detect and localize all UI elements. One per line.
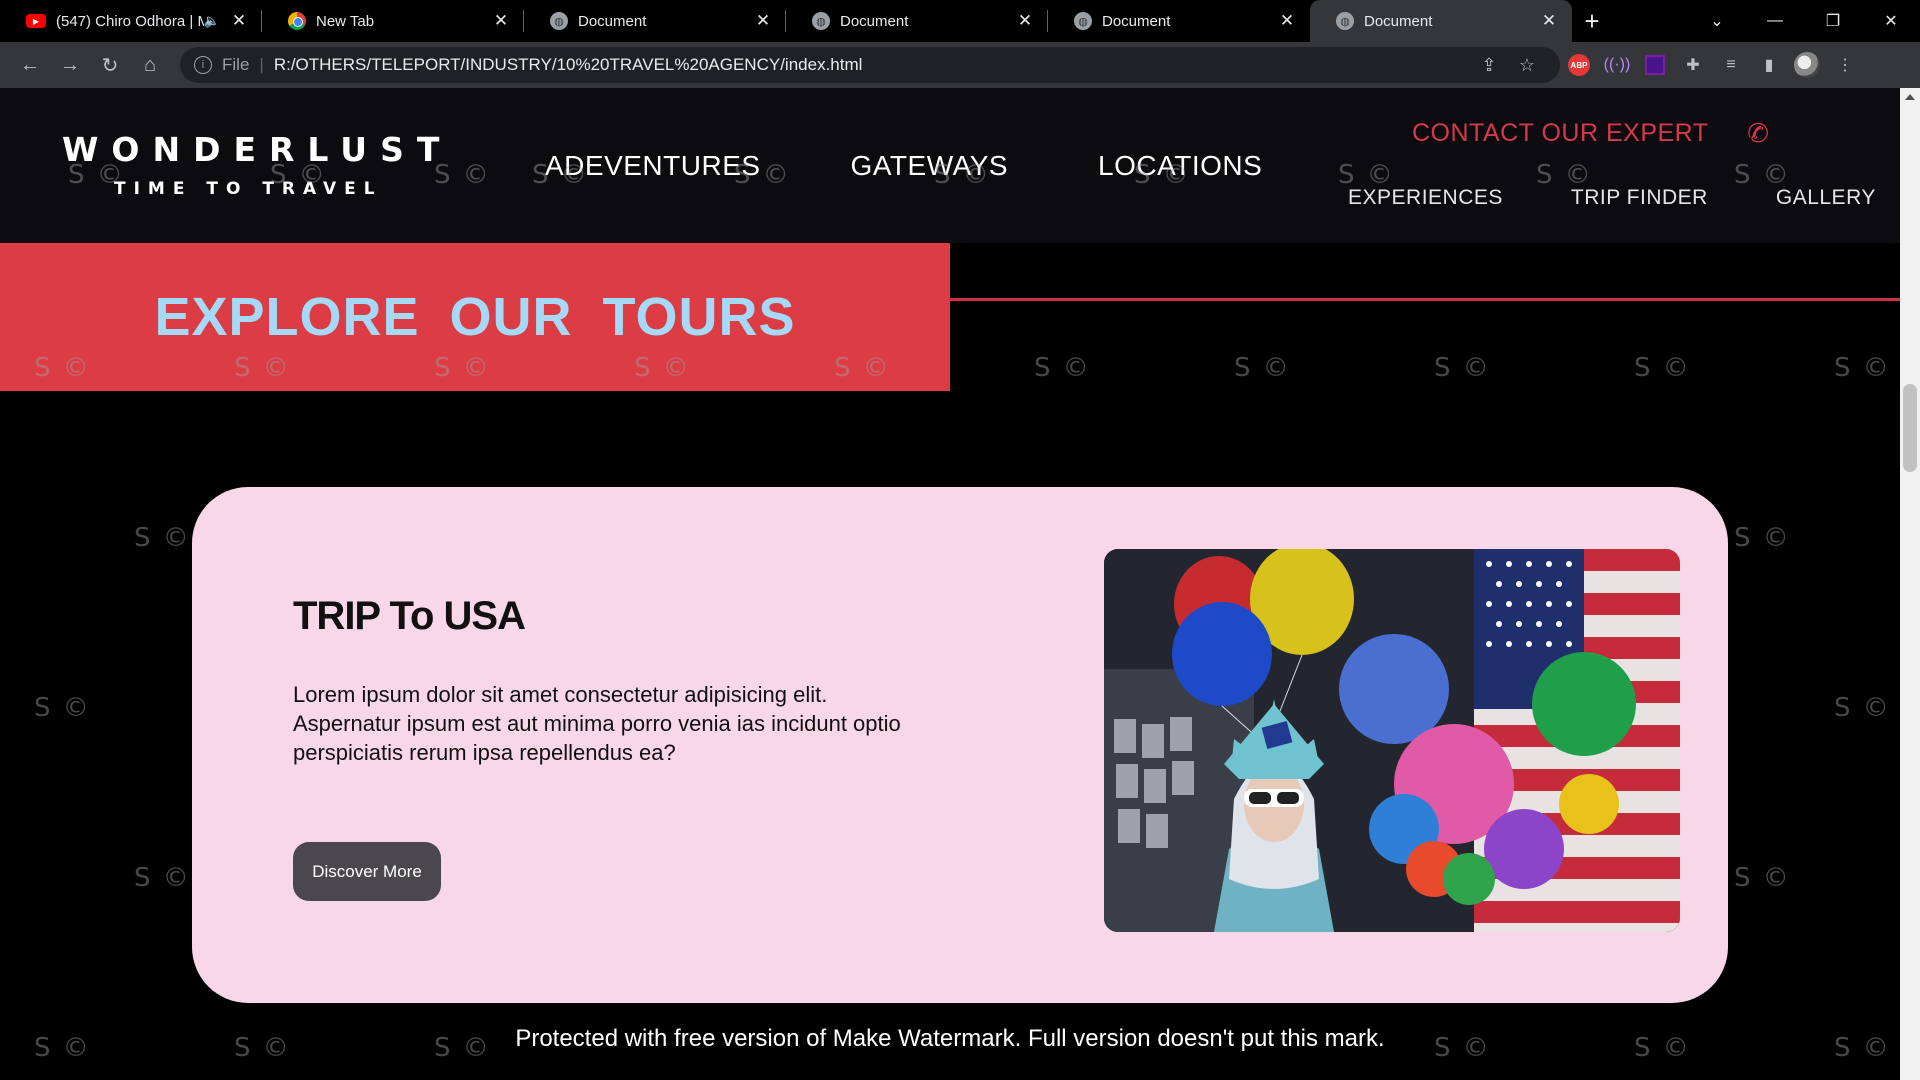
trip-title: TRIP To USA — [293, 594, 526, 638]
tab-title: Document — [1364, 12, 1433, 30]
watermark-mark: S © — [1834, 353, 1891, 383]
purple-extension-icon[interactable] — [1636, 47, 1674, 83]
trip-photo — [1104, 549, 1680, 932]
browser-tab-document[interactable]: ◍ Document ✕ — [524, 0, 786, 42]
side-panel-icon[interactable]: ▮ — [1750, 47, 1788, 83]
close-tab-icon[interactable]: ✕ — [1278, 11, 1296, 31]
tab-title: Document — [840, 12, 909, 30]
secondary-nav: EXPERIENCES TRIP FINDER GALLERY — [1348, 186, 1876, 210]
contact-label: CONTACT OUR EXPERT — [1412, 119, 1709, 147]
close-tab-icon[interactable]: ✕ — [1016, 11, 1034, 31]
watermark-mark: S © — [1834, 693, 1891, 723]
web-page: WONDERLUST TIME TO TRAVEL ADEVENTURES GA… — [0, 88, 1900, 1080]
info-icon[interactable]: i — [194, 56, 212, 74]
nav-experiences[interactable]: EXPERIENCES — [1348, 186, 1503, 210]
watermark-mark: S © — [1734, 863, 1791, 893]
close-tab-icon[interactable]: ✕ — [230, 11, 248, 31]
broadcast-extension-icon[interactable]: ((·)) — [1598, 47, 1636, 83]
nav-gateways[interactable]: GATEWAYS — [851, 150, 1009, 182]
usa-street-photo — [1104, 549, 1680, 932]
nav-gallery[interactable]: GALLERY — [1776, 186, 1876, 210]
globe-icon: ◍ — [1336, 12, 1354, 30]
tab-title: New Tab — [316, 12, 375, 30]
logo-tagline: TIME TO TRAVEL — [114, 179, 383, 199]
browser-tab-document-active[interactable]: ◍ Document ✕ — [1310, 0, 1572, 42]
address-bar[interactable]: i File | R:/OTHERS/TELEPORT/INDUSTRY/10%… — [180, 47, 1560, 83]
purple-square-icon — [1645, 55, 1665, 75]
media-control-icon[interactable]: ≡ — [1712, 47, 1750, 83]
bookmark-star-icon[interactable]: ☆ — [1508, 55, 1546, 76]
watermark-mark: S © — [1734, 523, 1791, 553]
logo-name: WONDERLUST — [62, 130, 453, 169]
browser-tab-new-tab[interactable]: New Tab ✕ — [262, 0, 524, 42]
close-tab-icon[interactable]: ✕ — [1540, 11, 1558, 31]
adblock-plus-extension[interactable]: ABP — [1560, 47, 1598, 83]
globe-icon: ◍ — [1074, 12, 1092, 30]
trip-description: Lorem ipsum dolor sit amet consectetur a… — [293, 682, 901, 765]
watermark-mark: S © — [134, 863, 191, 893]
browser-tab-document[interactable]: ◍ Document ✕ — [1048, 0, 1310, 42]
abp-icon: ABP — [1568, 54, 1590, 76]
discover-more-button[interactable]: Discover More — [293, 842, 441, 901]
forward-arrow-icon[interactable]: → — [50, 47, 90, 83]
avatar-image — [1794, 52, 1820, 78]
scroll-up-arrow-icon[interactable] — [1905, 94, 1915, 100]
menu-kebab-icon[interactable]: ⋮ — [1826, 47, 1864, 83]
reload-icon[interactable]: ↻ — [90, 47, 130, 83]
site-header: WONDERLUST TIME TO TRAVEL ADEVENTURES GA… — [0, 88, 1900, 243]
extensions-puzzle-icon[interactable]: ✚ — [1674, 47, 1712, 83]
explore-banner: EXPLORE OUR TOURS — [0, 243, 950, 391]
watermark-mark: S © — [1434, 353, 1491, 383]
page-scrollbar[interactable] — [1900, 88, 1920, 1080]
share-icon[interactable]: ⇪ — [1470, 55, 1508, 76]
browser-toolbar: ← → ↻ ⌂ i File | R:/OTHERS/TELEPORT/INDU… — [0, 42, 1920, 88]
scrollbar-thumb[interactable] — [1903, 384, 1917, 472]
new-tab-button[interactable]: + — [1572, 0, 1612, 42]
watermark-mark: S © — [134, 523, 191, 553]
tab-title: Document — [578, 12, 647, 30]
tab-title: (547) Chiro Odhora | M — [56, 12, 204, 30]
tab-title: Document — [1102, 12, 1171, 30]
globe-icon: ◍ — [812, 12, 830, 30]
browser-tab-document[interactable]: ◍ Document ✕ — [786, 0, 1048, 42]
watermark-mark: S © — [1634, 353, 1691, 383]
watermark-mark: S © — [34, 693, 91, 723]
close-tab-icon[interactable]: ✕ — [754, 11, 772, 31]
trip-card: TRIP To USA Lorem ipsum dolor sit amet c… — [192, 487, 1728, 1003]
scheme-divider: | — [259, 55, 264, 74]
main-nav: ADEVENTURES GATEWAYS LOCATIONS — [545, 150, 1262, 182]
close-window-button[interactable]: ✕ — [1862, 0, 1920, 42]
speaker-icon[interactable]: 🔈 — [204, 13, 220, 29]
site-logo[interactable]: WONDERLUST TIME TO TRAVEL — [62, 130, 452, 199]
restore-button[interactable]: ❐ — [1804, 0, 1862, 42]
watermark-mark: S © — [1234, 353, 1291, 383]
nav-adventures[interactable]: ADEVENTURES — [545, 150, 761, 182]
phone-icon[interactable]: ✆ — [1744, 116, 1771, 150]
browser-tab-youtube[interactable]: ▶ (547) Chiro Odhora | M 🔈 ✕ — [0, 0, 262, 42]
banner-divider-line — [950, 298, 1900, 301]
profile-avatar[interactable] — [1788, 47, 1826, 83]
tab-search-chevron-icon[interactable]: ⌄ — [1688, 0, 1746, 42]
explore-title: EXPLORE OUR TOURS — [154, 287, 796, 347]
chrome-icon — [288, 12, 306, 30]
close-tab-icon[interactable]: ✕ — [492, 11, 510, 31]
browser-tab-strip: ▶ (547) Chiro Odhora | M 🔈 ✕ New Tab ✕ ◍… — [0, 0, 1920, 42]
globe-icon: ◍ — [550, 12, 568, 30]
watermark-notice: Protected with free version of Make Wate… — [515, 1025, 1385, 1052]
watermark-mark: S © — [1034, 353, 1091, 383]
back-arrow-icon[interactable]: ← — [10, 47, 50, 83]
url-text[interactable]: R:/OTHERS/TELEPORT/INDUSTRY/10%20TRAVEL%… — [274, 55, 1470, 75]
youtube-icon: ▶ — [26, 14, 46, 28]
url-scheme: File — [222, 55, 250, 74]
contact-expert-link[interactable]: CONTACT OUR EXPERT ✆ — [1412, 116, 1771, 150]
minimize-button[interactable]: — — [1746, 0, 1804, 42]
home-icon[interactable]: ⌂ — [130, 47, 170, 83]
nav-locations[interactable]: LOCATIONS — [1098, 150, 1262, 182]
nav-trip-finder[interactable]: TRIP FINDER — [1571, 186, 1708, 210]
